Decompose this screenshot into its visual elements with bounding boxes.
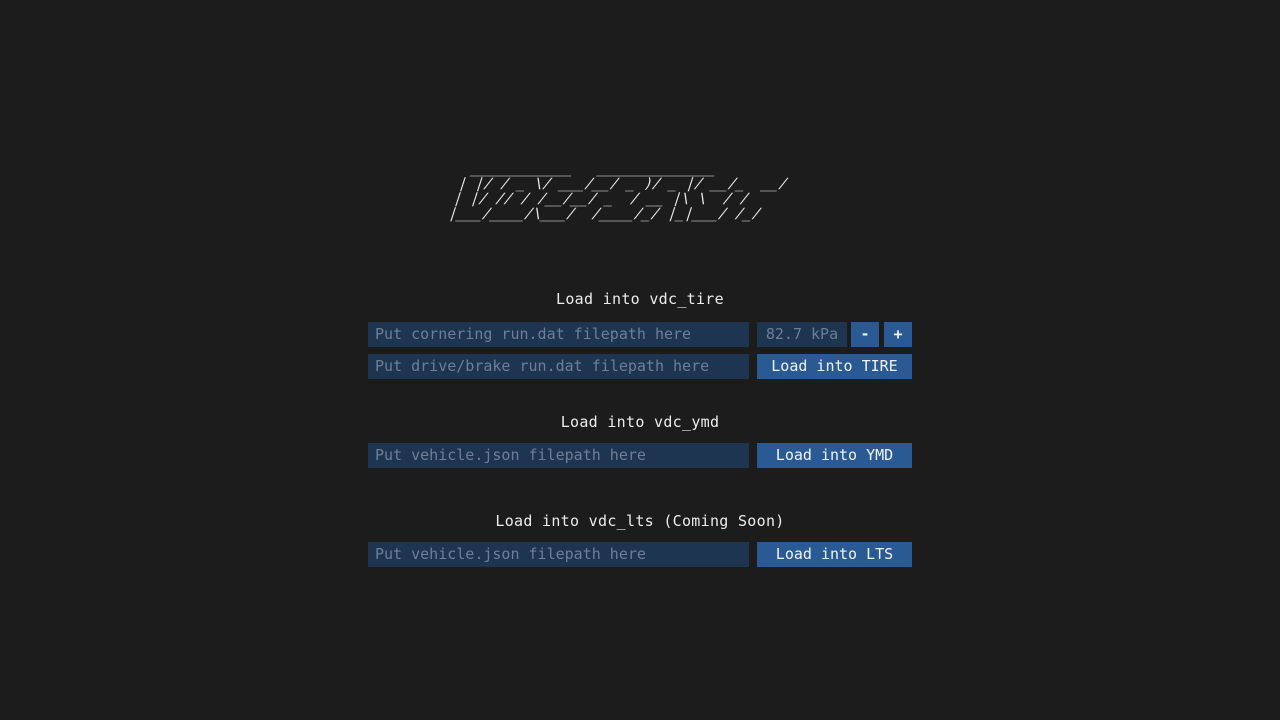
tire-section-title: Load into vdc_tire: [556, 290, 724, 308]
pressure-increment-button[interactable]: +: [884, 322, 912, 347]
lts-section-title: Load into vdc_lts (Coming Soon): [495, 512, 785, 530]
cornering-filepath-input[interactable]: [368, 322, 749, 347]
load-ymd-button[interactable]: Load into YMD: [757, 443, 912, 468]
app-window: ____________ ______________ | |/ / _ \/ …: [0, 0, 1280, 720]
ymd-vehicle-filepath-input[interactable]: [368, 443, 749, 468]
ymd-section-title: Load into vdc_ymd: [560, 413, 720, 431]
load-lts-button[interactable]: Load into LTS: [757, 542, 912, 567]
load-tire-button[interactable]: Load into TIRE: [757, 354, 912, 379]
drive-brake-filepath-input[interactable]: [368, 354, 749, 379]
lts-vehicle-filepath-input[interactable]: [368, 542, 749, 567]
pressure-input[interactable]: 82.7 kPa: [757, 322, 847, 347]
pressure-decrement-button[interactable]: -: [851, 322, 879, 347]
ascii-logo: ____________ ______________ | |/ / _ \/ …: [446, 161, 791, 222]
